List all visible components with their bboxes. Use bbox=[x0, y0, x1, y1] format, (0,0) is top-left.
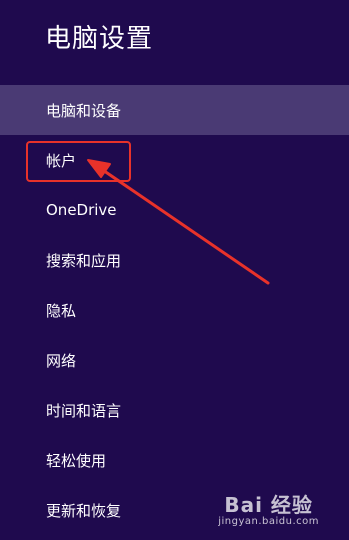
menu-item-ease-of-access[interactable]: 轻松使用 bbox=[0, 435, 349, 485]
menu-item-label: 轻松使用 bbox=[46, 451, 107, 470]
menu-item-label: 帐户 bbox=[46, 151, 77, 170]
baidu-jingyan-watermark: Bai 经验 jingyan.baidu.com bbox=[218, 494, 319, 528]
watermark-url: jingyan.baidu.com bbox=[218, 516, 319, 527]
watermark-logo-text: Bai 经验 bbox=[224, 493, 313, 517]
menu-item-network[interactable]: 网络 bbox=[0, 335, 349, 385]
menu-item-search-and-apps[interactable]: 搜索和应用 bbox=[0, 235, 349, 285]
menu-item-label: 时间和语言 bbox=[46, 401, 122, 420]
menu-item-time-and-language[interactable]: 时间和语言 bbox=[0, 385, 349, 435]
menu-item-privacy[interactable]: 隐私 bbox=[0, 285, 349, 335]
watermark-logo: Bai 经验 bbox=[218, 494, 319, 516]
menu-item-pc-and-devices[interactable]: 电脑和设备 bbox=[0, 85, 349, 135]
menu-item-label: 电脑和设备 bbox=[46, 101, 122, 120]
menu-item-label: 搜索和应用 bbox=[46, 251, 122, 270]
page-title: 电脑设置 bbox=[45, 24, 154, 54]
settings-menu: 电脑和设备 帐户 OneDrive 搜索和应用 隐私 网络 时间和语言 轻松使用… bbox=[0, 85, 349, 535]
settings-panel: 电脑设置 电脑和设备 帐户 OneDrive 搜索和应用 隐私 网络 时间和语言… bbox=[0, 0, 349, 540]
menu-item-label: 更新和恢复 bbox=[46, 501, 122, 520]
menu-item-onedrive[interactable]: OneDrive bbox=[0, 185, 349, 235]
menu-item-label: 网络 bbox=[46, 351, 77, 370]
menu-item-label: 隐私 bbox=[46, 301, 77, 320]
menu-item-label: OneDrive bbox=[46, 201, 117, 219]
menu-item-accounts[interactable]: 帐户 bbox=[0, 135, 349, 185]
